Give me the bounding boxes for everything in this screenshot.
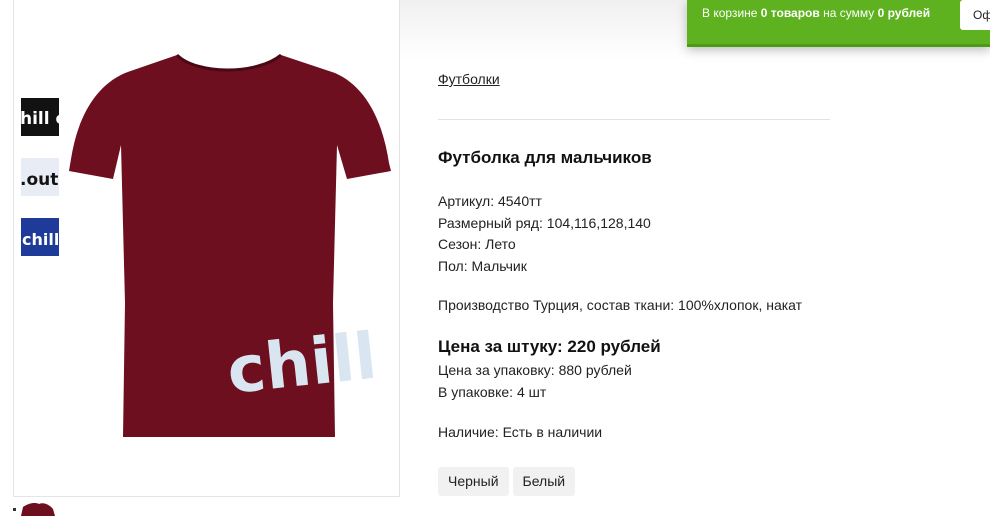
product-production: Производство Турция, состав ткани: 100%х… (438, 297, 803, 313)
cart-count: 0 товаров (760, 6, 820, 20)
product-image-frame: hill c .out chill chill (13, 0, 400, 497)
thumbnail-blue[interactable]: chill (21, 218, 59, 256)
color-option-white[interactable]: Белый (512, 467, 576, 496)
price-per-pack: Цена за упаковку: 880 рублей (438, 362, 632, 378)
cart-prefix: В корзине (702, 6, 761, 20)
availability: Наличие: Есть в наличии (438, 424, 603, 440)
cart-summary: В корзине 0 товаров на сумму 0 рублей (702, 6, 930, 20)
pack-size: В упаковке: 4 шт (438, 383, 547, 400)
checkout-button[interactable]: Оформить (960, 0, 990, 30)
thumbnail-black[interactable]: hill c (21, 98, 59, 136)
thumbnail-black-text: hill c (21, 109, 59, 129)
product-season: Сезон: Лето (438, 236, 516, 252)
product-title: Футболка для мальчиков (438, 148, 652, 167)
color-options: Черный Белый (438, 467, 576, 496)
bottom-thumbnail[interactable] (13, 501, 55, 516)
divider (438, 119, 830, 120)
product-properties: Артикул: 4540тт Размерный ряд: 104,116,1… (438, 191, 651, 277)
thumbnail-list: hill c .out chill (21, 98, 61, 278)
cart-notification: В корзине 0 товаров на сумму 0 рублей Оф… (687, 0, 990, 47)
thumbnail-white[interactable]: .out (21, 158, 59, 196)
cart-sum: 0 рублей (877, 6, 931, 20)
thumbnail-blue-text: chill (22, 230, 59, 249)
product-article: Артикул: 4540тт (438, 193, 542, 209)
price-per-item: Цена за штуку: 220 рублей (438, 337, 661, 356)
pack-info: Цена за упаковку: 880 рублей В упаковке:… (438, 360, 632, 403)
product-sizes: Размерный ряд: 104,116,128,140 (438, 214, 651, 231)
bottom-thumbnail-image (21, 503, 55, 516)
color-option-black[interactable]: Черный (438, 467, 509, 496)
breadcrumb-category-link[interactable]: Футболки (438, 71, 500, 87)
tshirt-print-text: chill (224, 320, 380, 409)
product-gender: Пол: Мальчик (438, 257, 527, 274)
thumbnail-white-text: .out (21, 170, 58, 190)
product-page: hill c .out chill chill Футболки Футболк… (0, 0, 990, 516)
cart-middle: на сумму (819, 6, 878, 20)
product-main-image[interactable]: chill (67, 53, 393, 441)
